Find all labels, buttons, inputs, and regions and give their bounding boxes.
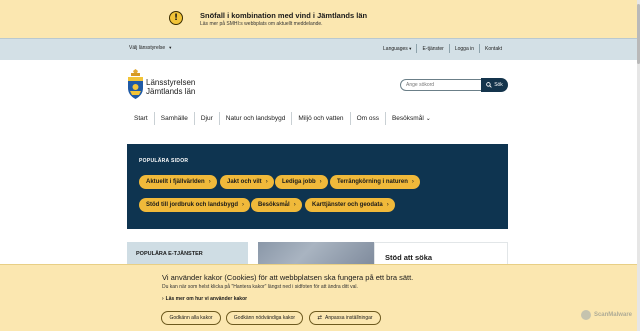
chevron-down-icon: ▾ xyxy=(169,45,172,50)
etjanster-link[interactable]: E-tjänster xyxy=(417,46,448,52)
popular-pages-title: POPULÄRA SIDOR xyxy=(139,158,189,164)
chevron-right-icon: › xyxy=(293,202,296,208)
nav-item-djur[interactable]: Djur xyxy=(195,115,219,122)
accept-all-cookies-button[interactable]: Godkänn alla kakor xyxy=(161,311,221,325)
chevron-down-icon: ⌄ xyxy=(425,116,431,122)
popular-link[interactable]: Jakt och vilt › xyxy=(220,175,274,189)
popular-link[interactable]: Besöksmål › xyxy=(251,198,302,212)
chevron-right-icon: › xyxy=(411,179,414,185)
customize-cookies-button[interactable]: ⇄ Anpassa inställningar xyxy=(309,311,381,325)
search-input[interactable] xyxy=(400,79,482,91)
chevron-down-icon: ▾ xyxy=(409,45,412,51)
popular-link[interactable]: Karttjänster och geodata › xyxy=(305,198,395,212)
watermark-icon xyxy=(580,310,591,320)
popular-link-label: Besöksmål xyxy=(258,202,290,208)
settings-icon: ⇄ xyxy=(317,315,323,321)
alert-text[interactable]: Läs mer på SMHI:s webbplats om aktuellt … xyxy=(200,21,323,27)
alert-banner: ! Snöfall i kombination med vind i Jämtl… xyxy=(0,0,640,38)
coat-of-arms-logo[interactable] xyxy=(127,69,144,100)
watermark: ScanMalware xyxy=(580,310,632,320)
popular-eservices-title: POPULÄRA E-TJÄNSTER xyxy=(136,251,203,257)
cookie-more-link[interactable]: › Läs mer om hur vi använder kakor xyxy=(162,296,247,302)
nav-item-om-oss[interactable]: Om oss xyxy=(351,115,385,122)
alert-title: Snöfall i kombination med vind i Jämtlan… xyxy=(200,11,368,20)
chevron-right-icon: › xyxy=(162,296,164,302)
chevron-right-icon: › xyxy=(319,179,322,185)
popular-link-label: Aktuellt i fjällvärlden xyxy=(146,179,205,185)
accept-necessary-cookies-button[interactable]: Godkänn nödvändiga kakor xyxy=(226,311,303,325)
search-icon xyxy=(486,82,492,88)
popular-link-label: Karttjänster och geodata xyxy=(312,202,383,208)
exclamation-icon: ! xyxy=(169,11,183,25)
region-selector[interactable]: Välj länsstyrelse ▾ xyxy=(129,45,171,51)
brand-line-1: Länsstyrelsen xyxy=(146,78,196,87)
cookie-title: Vi använder kakor (Cookies) för att webb… xyxy=(162,273,414,282)
popular-link-label: Stöd till jordbruk och landsbygd xyxy=(146,202,239,208)
support-card-title: Stöd att söka xyxy=(385,253,433,262)
brand-name[interactable]: Länsstyrelsen Jämtlands län xyxy=(146,78,195,96)
chevron-right-icon: › xyxy=(208,179,211,185)
popular-link[interactable]: Terrängkörning i naturen › xyxy=(330,175,420,189)
main-navigation: Start Samhälle Djur Natur och landsbygd … xyxy=(128,111,437,126)
popular-pages-panel: POPULÄRA SIDOR Aktuellt i fjällvärlden › … xyxy=(127,144,508,229)
contact-link[interactable]: Kontakt xyxy=(480,46,507,52)
brand-line-2: Jämtlands län xyxy=(146,87,196,96)
chevron-right-icon: › xyxy=(386,202,389,208)
nav-item-samhalle[interactable]: Samhälle xyxy=(155,115,194,122)
popular-link[interactable]: Stöd till jordbruk och landsbygd › xyxy=(139,198,251,212)
languages-link[interactable]: Languages ▾ xyxy=(378,46,416,52)
watermark-text: ScanMalware xyxy=(593,312,632,318)
nav-item-besoksmal-label: Besöksmål xyxy=(391,115,424,122)
popular-link[interactable]: Aktuellt i fjällvärlden › xyxy=(139,175,217,189)
nav-item-besoksmal[interactable]: Besöksmål ⌄ xyxy=(386,115,437,122)
languages-label: Languages xyxy=(383,45,408,52)
chevron-right-icon: › xyxy=(265,179,268,185)
nav-item-natur[interactable]: Natur och landsbygd xyxy=(220,115,292,122)
utility-bar: Välj länsstyrelse ▾ Languages ▾ E-tjänste… xyxy=(0,38,640,60)
login-link[interactable]: Logga in xyxy=(450,46,479,52)
region-selector-label: Välj länsstyrelse xyxy=(129,45,166,51)
search-button-label: Sök xyxy=(494,82,503,88)
utility-links: Languages ▾ E-tjänster Logga in Kontakt xyxy=(378,44,507,53)
search-button[interactable]: Sök xyxy=(481,78,508,92)
customize-cookies-label: Anpassa inställningar xyxy=(325,315,373,321)
popular-link-label: Lediga jobb xyxy=(282,179,316,185)
nav-item-start[interactable]: Start xyxy=(128,115,154,122)
popular-link-label: Terrängkörning i naturen xyxy=(337,179,408,185)
cookie-more-label: Läs mer om hur vi använder kakor xyxy=(165,296,248,302)
popular-link-label: Jakt och vilt xyxy=(227,179,262,185)
cookie-text: Du kan när som helst klicka på "Hantera … xyxy=(162,284,358,290)
popular-link[interactable]: Lediga jobb › xyxy=(275,175,328,189)
chevron-right-icon: › xyxy=(242,202,245,208)
nav-item-miljo[interactable]: Miljö och vatten xyxy=(292,115,349,122)
cookie-banner: Vi använder kakor (Cookies) för att webb… xyxy=(0,264,640,331)
